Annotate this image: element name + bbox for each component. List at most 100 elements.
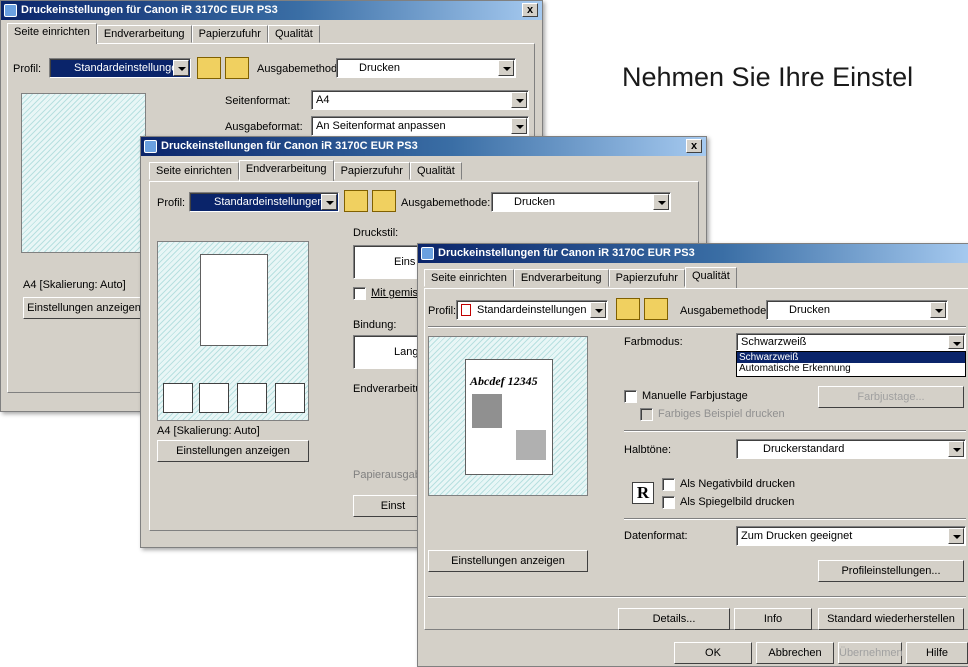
tab-quality[interactable]: Qualität: [267, 25, 320, 43]
color-sample-checkbox[interactable]: [640, 408, 653, 421]
output-method-label: Ausgabemethode:: [401, 197, 491, 209]
tab-paper-source[interactable]: Papierzufuhr: [191, 25, 268, 43]
sample-document: Abcdef 12345: [465, 359, 553, 475]
print-settings-window-3: Druckeinstellungen für Canon iR 3170C EU…: [417, 243, 968, 667]
show-settings-button[interactable]: Einstellungen anzeigen: [23, 297, 145, 319]
scale-text: A4 [Skalierung: Auto]: [157, 425, 260, 437]
profile-add-icon[interactable]: [344, 190, 368, 212]
negative-checkbox[interactable]: [662, 478, 675, 491]
profile-edit-icon[interactable]: [644, 298, 668, 320]
preview-sample-text: Abcdef 12345: [470, 374, 538, 388]
output-size-label: Ausgabeformat:: [225, 121, 303, 133]
output-method-select[interactable]: Drucken: [491, 192, 671, 212]
title-bar[interactable]: Druckeinstellungen für Canon iR 3170C EU…: [418, 244, 968, 263]
close-button[interactable]: x: [686, 139, 702, 153]
print-style-icon-3[interactable]: [237, 383, 267, 413]
color-sample-label: Farbiges Beispiel drucken: [658, 408, 785, 420]
cancel-button[interactable]: Abbrechen: [756, 642, 834, 664]
heading-text: Nehmen Sie Ihre Einstel: [622, 62, 914, 92]
print-style-icon-4[interactable]: [275, 383, 305, 413]
profile-label: Profil:: [157, 197, 186, 209]
printer-icon: [421, 247, 434, 260]
data-format-select[interactable]: Zum Drucken geeignet: [736, 526, 966, 546]
close-button[interactable]: x: [522, 3, 538, 17]
window-title: Druckeinstellungen für Canon iR 3170C EU…: [161, 140, 418, 152]
output-method-select[interactable]: Drucken: [336, 58, 516, 78]
manual-color-label: Manuelle Farbjustage: [642, 390, 748, 402]
page-size-select[interactable]: A4: [311, 90, 529, 110]
tab-page-setup[interactable]: Seite einrichten: [7, 23, 97, 44]
title-bar[interactable]: Druckeinstellungen für Canon iR 3170C EU…: [1, 1, 542, 20]
output-method-label: Ausgabemethode:: [680, 305, 770, 317]
color-mode-option-auto[interactable]: Automatische Erkennung: [737, 363, 965, 374]
tab-finishing[interactable]: Endverarbeitung: [96, 25, 192, 43]
divider: [428, 596, 966, 598]
profile-add-icon[interactable]: [616, 298, 640, 320]
tab-paper-source[interactable]: Papierzufuhr: [608, 269, 685, 287]
scale-text: A4 [Skalierung: Auto]: [23, 279, 126, 291]
tab-page-setup[interactable]: Seite einrichten: [149, 162, 239, 180]
color-mode-select[interactable]: Schwarzweiß: [736, 333, 966, 351]
print-style-label: Druckstil:: [353, 227, 399, 239]
data-format-label: Datenformat:: [624, 530, 688, 542]
paper-output-label: Papierausgab: [353, 469, 421, 481]
output-method-label: Ausgabemethode:: [257, 63, 347, 75]
divider: [624, 430, 966, 432]
color-mode-option-bw[interactable]: Schwarzweiß: [737, 352, 965, 363]
print-style-icon-1[interactable]: [163, 383, 193, 413]
profile-label: Profil:: [428, 305, 457, 317]
profile-add-icon[interactable]: [197, 57, 221, 79]
binding-label: Bindung:: [353, 319, 397, 331]
show-settings-button[interactable]: Einstellungen anzeigen: [428, 550, 588, 572]
manual-color-checkbox[interactable]: [624, 390, 637, 403]
details-button[interactable]: Details...: [618, 608, 730, 630]
tab-finishing[interactable]: Endverarbeitung: [513, 269, 609, 287]
divider: [428, 326, 966, 328]
info-button[interactable]: Info: [734, 608, 812, 630]
printer-icon: [144, 140, 157, 153]
quality-preview: Abcdef 12345: [428, 336, 588, 496]
profile-label: Profil:: [13, 63, 42, 75]
halftones-select[interactable]: Druckerstandard: [736, 439, 966, 459]
halftones-label: Halbtöne:: [624, 444, 672, 456]
page-size-label: Seitenformat:: [225, 95, 291, 107]
help-button[interactable]: Hilfe: [906, 642, 968, 664]
window-title: Druckeinstellungen für Canon iR 3170C EU…: [21, 4, 278, 16]
finishing-label: Endverarbeitu: [353, 383, 422, 395]
tab-paper-source[interactable]: Papierzufuhr: [333, 162, 410, 180]
printer-icon: [4, 4, 17, 17]
apply-button[interactable]: Übernehmen: [838, 642, 903, 664]
profile-edit-icon[interactable]: [372, 190, 396, 212]
restore-defaults-button[interactable]: Standard wiederherstellen: [818, 608, 964, 630]
mixed-label: Mit gemisc: [371, 287, 424, 299]
profile-select[interactable]: Standardeinstellungen: [456, 300, 608, 320]
tab-quality[interactable]: Qualität: [409, 162, 462, 180]
ok-button[interactable]: OK: [674, 642, 752, 664]
mirror-label: Als Spiegelbild drucken: [680, 496, 795, 508]
profile-icon: [461, 304, 471, 316]
tab-page-setup[interactable]: Seite einrichten: [424, 269, 514, 287]
profile-edit-icon[interactable]: [225, 57, 249, 79]
color-mode-dropdown: Schwarzweiß Automatische Erkennung: [736, 351, 966, 377]
output-size-select[interactable]: An Seitenformat anpassen: [311, 116, 529, 136]
mirror-checkbox[interactable]: [662, 496, 675, 509]
r-sample-icon: R: [632, 482, 654, 504]
print-style-icon-2[interactable]: [199, 383, 229, 413]
negative-label: Als Negativbild drucken: [680, 478, 795, 490]
profile-select[interactable]: Standardeinstellungen: [189, 192, 339, 212]
page-thumbnail: [200, 254, 268, 346]
output-method-select[interactable]: Drucken: [766, 300, 948, 320]
sample-photo: [472, 394, 502, 428]
window-title: Druckeinstellungen für Canon iR 3170C EU…: [438, 247, 695, 259]
divider: [624, 518, 966, 520]
tab-finishing[interactable]: Endverarbeitung: [238, 160, 334, 181]
profile-select[interactable]: Standardeinstellungen: [49, 58, 191, 78]
sample-graphic: [516, 430, 546, 460]
tab-quality[interactable]: Qualität: [684, 267, 737, 288]
mixed-checkbox[interactable]: [353, 287, 366, 300]
title-bar[interactable]: Druckeinstellungen für Canon iR 3170C EU…: [141, 137, 706, 156]
color-mode-label: Farbmodus:: [624, 336, 683, 348]
profile-settings-button[interactable]: Profileinstellungen...: [818, 560, 964, 582]
show-settings-button[interactable]: Einstellungen anzeigen: [157, 440, 309, 462]
color-adjust-button[interactable]: Farbjustage...: [818, 386, 964, 408]
